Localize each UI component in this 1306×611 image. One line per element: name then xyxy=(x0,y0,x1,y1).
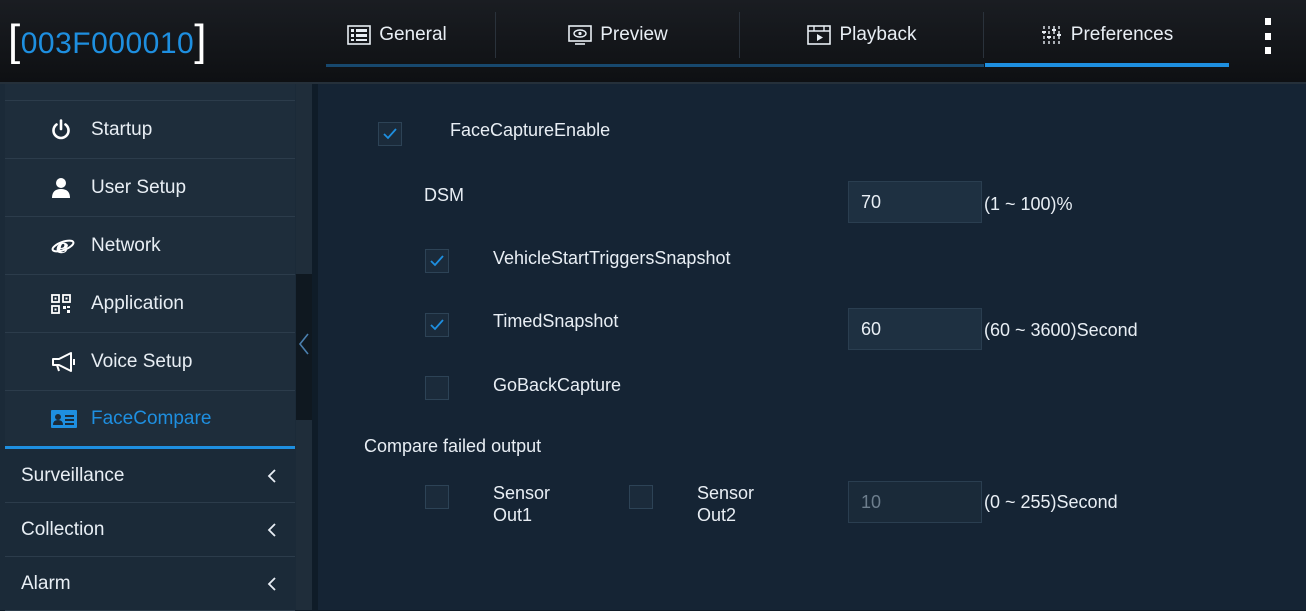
sensor-out2-checkbox[interactable] xyxy=(629,485,653,509)
sensor-output-duration-input: 10 xyxy=(848,481,982,523)
more-options-icon[interactable] xyxy=(1262,18,1274,54)
preview-icon xyxy=(568,25,593,45)
sidebar-item-network[interactable]: e Network xyxy=(5,217,295,275)
sidebar-item-alarm[interactable]: Alarm xyxy=(5,557,295,611)
sidebar-item-label: Collection xyxy=(21,518,105,540)
qr-code-icon xyxy=(51,293,91,314)
sidebar-item-label: Startup xyxy=(91,118,153,140)
sidebar-item-label: Alarm xyxy=(21,572,71,594)
tab-bar: General Preview Playback Preferences xyxy=(302,0,1252,82)
svg-text:e: e xyxy=(56,235,69,257)
sensor-out1-label-line2: Out1 xyxy=(493,505,533,525)
tab-preview-label: Preview xyxy=(600,24,668,45)
timed-snapshot-range-label: (60 ~ 3600)Second xyxy=(984,320,1138,340)
sidebar-item-label: FaceCompare xyxy=(91,407,212,429)
settings-panel: FaceCaptureEnable DSM 70 (1 ~ 100)% Vehi… xyxy=(318,84,1306,610)
sensor-out1-label: Sensor Out1 xyxy=(493,482,550,526)
sidebar-item-application[interactable]: Application xyxy=(5,275,295,333)
sensor-out1-label-line1: Sensor xyxy=(493,483,551,503)
sensor-out2-label-line1: Sensor xyxy=(697,483,755,503)
tab-playback[interactable]: Playback xyxy=(741,10,983,60)
compare-failed-output-label: Compare failed output xyxy=(364,436,542,456)
sidebar: Startup User Setup e Network Application… xyxy=(0,84,296,611)
general-icon xyxy=(347,25,371,45)
tab-preferences-label: Preferences xyxy=(1070,24,1174,45)
chevron-left-icon xyxy=(267,522,276,537)
sidebar-item-voice-setup[interactable]: Voice Setup xyxy=(5,333,295,391)
face-capture-enable-label: FaceCaptureEnable xyxy=(450,120,611,140)
collapse-sidebar-icon[interactable] xyxy=(298,332,310,356)
vehicle-start-snapshot-checkbox[interactable] xyxy=(425,249,449,273)
checkmark-icon xyxy=(383,128,397,140)
sidebar-item-label: Surveillance xyxy=(21,464,125,486)
dsm-label: DSM xyxy=(424,185,464,205)
sensor-out2-label: Sensor Out2 xyxy=(697,482,754,526)
tab-divider xyxy=(739,12,740,58)
go-back-capture-checkbox[interactable] xyxy=(425,376,449,400)
sensor-output-range-label: (0 ~ 255)Second xyxy=(984,492,1118,512)
bracket-left: [ xyxy=(8,16,21,65)
tab-divider xyxy=(495,12,496,58)
tab-general-label: General xyxy=(379,24,447,45)
chevron-left-icon xyxy=(267,576,276,591)
vehicle-start-snapshot-label: VehicleStartTriggersSnapshot xyxy=(493,248,731,268)
sidebar-item-label: Application xyxy=(91,292,184,314)
dsm-range-label: (1 ~ 100)% xyxy=(984,194,1073,214)
tab-preferences[interactable]: Preferences xyxy=(985,10,1229,60)
bracket-right: ] xyxy=(194,16,207,65)
face-capture-enable-checkbox[interactable] xyxy=(378,122,402,146)
device-id-text: 003F000010 xyxy=(20,27,195,60)
sensor-out2-label-line2: Out2 xyxy=(697,505,737,525)
tab-track xyxy=(326,64,984,67)
network-icon: e xyxy=(51,235,91,257)
top-bar: [003F000010] General Preview Playback Pr… xyxy=(0,0,1306,84)
dsm-input[interactable]: 70 xyxy=(848,181,982,223)
sidebar-item-startup[interactable]: Startup xyxy=(5,101,295,159)
device-id-display: [003F000010] xyxy=(8,14,207,65)
sensor-out1-checkbox[interactable] xyxy=(425,485,449,509)
timed-snapshot-checkbox[interactable] xyxy=(425,313,449,337)
go-back-capture-label: GoBackCapture xyxy=(493,375,622,395)
sidebar-item-surveillance[interactable]: Surveillance xyxy=(5,449,295,503)
timed-snapshot-input[interactable]: 60 xyxy=(848,308,982,350)
sidebar-item-partial[interactable] xyxy=(5,84,295,101)
chevron-left-icon xyxy=(267,468,276,483)
power-icon xyxy=(51,118,91,141)
checkmark-icon xyxy=(430,255,444,267)
sidebar-item-label: Voice Setup xyxy=(91,350,193,372)
id-card-icon xyxy=(51,409,91,429)
tab-preview[interactable]: Preview xyxy=(497,10,739,60)
sidebar-item-user-setup[interactable]: User Setup xyxy=(5,159,295,217)
tab-active-indicator xyxy=(985,63,1229,67)
sidebar-item-collection[interactable]: Collection xyxy=(5,503,295,557)
sidebar-item-face-compare[interactable]: FaceCompare xyxy=(5,391,295,449)
tab-playback-label: Playback xyxy=(839,24,917,45)
user-icon xyxy=(51,177,91,199)
megaphone-icon xyxy=(51,351,91,373)
playback-icon xyxy=(807,25,832,45)
preferences-icon xyxy=(1041,26,1061,44)
timed-snapshot-label: TimedSnapshot xyxy=(493,311,619,331)
tab-divider xyxy=(983,12,984,58)
sidebar-item-label: User Setup xyxy=(91,176,187,198)
tab-general[interactable]: General xyxy=(302,10,492,60)
checkmark-icon xyxy=(430,319,444,331)
sidebar-item-label: Network xyxy=(91,234,161,256)
